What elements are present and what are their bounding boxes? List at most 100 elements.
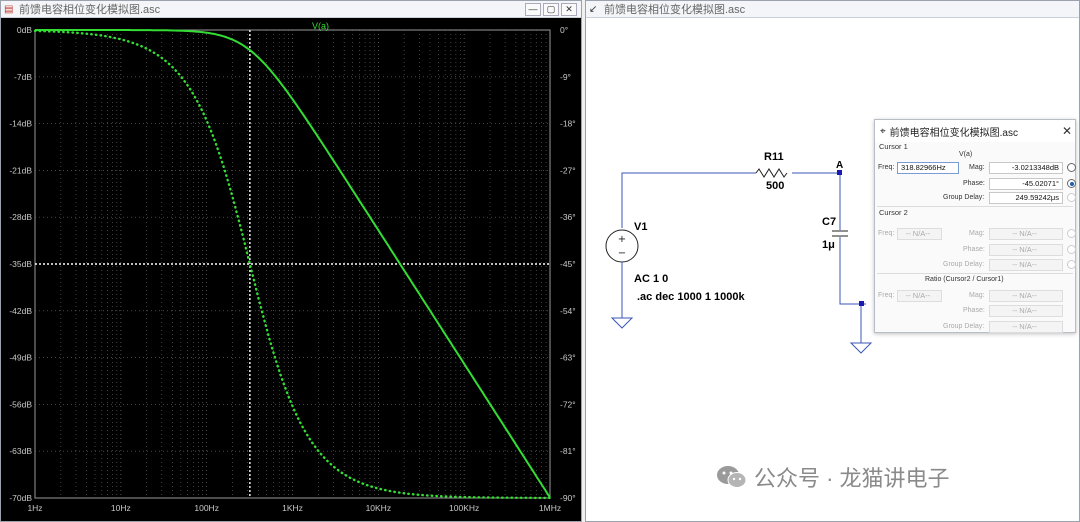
spice-directive[interactable]: .ac dec 1000 1 1000k [637,291,745,303]
freq-field-r[interactable]: -- N/A-- [897,290,942,302]
y-right-tick-label: -9° [560,72,571,82]
schematic-titlebar[interactable]: ↙ 前馈电容相位变化模拟图.asc [586,1,1079,18]
cursor2-label: Cursor 2 [879,208,908,217]
svg-text:+: + [618,234,626,245]
gd-radio-1[interactable] [1067,193,1076,202]
cursor-dialog: ⌖ 前馈电容相位变化模拟图.asc ✕ Cursor 1 V(a) Freq: … [874,119,1076,333]
watermark-text: 公众号 · 龙猫讲电子 [754,466,950,491]
y-right-tick-label: -27° [560,165,576,175]
divider-2 [877,273,1073,274]
schematic-canvas[interactable]: + − R11 500 A C7 1μ V1 AC 1 0 .ac dec 10… [586,18,1079,521]
y-left-tick-label: -70dB [9,493,32,503]
y-left-tick-label: -7dB [14,72,32,82]
bode-plot[interactable]: 0dB 0° -7dB -9° -14dB -18° -21dB -27° -28dB -36° -… [1,18,581,521]
x-tick-label: 100Hz [194,503,219,513]
ground-symbol-2 [849,342,873,354]
divider-1 [877,206,1073,207]
y-right-tick-label: -90° [560,493,576,503]
mag-radio-1[interactable] [1067,163,1076,172]
waveform-app-icon: ▤ [4,3,14,15]
gd-label-2: Group Delay: [943,261,985,268]
phase-label-r: Phase: [963,307,985,314]
ratio-label: Ratio (Cursor2 / Cursor1) [925,276,1004,283]
resistor-r11 [755,168,788,178]
phase-field-r[interactable]: -- N/A-- [989,305,1063,317]
freq-field-2[interactable]: -- N/A-- [897,228,942,240]
mag-label-r: Mag: [969,292,985,299]
wechat-icon [717,466,747,488]
y-left-tick-label: -63dB [9,446,32,456]
svg-text:−: − [618,248,626,259]
r11-name[interactable]: R11 [764,151,784,163]
freq-label-r: Freq: [878,292,895,299]
watermark: 公众号 · 龙猫讲电子 [716,461,950,493]
freq-field-1[interactable]: 318.82966Hz [897,162,959,174]
x-tick-label: 1MHz [539,503,561,513]
freq-label-1: Freq: [878,164,895,171]
x-tick-label: 100KHz [449,503,479,513]
y-left-tick-label: -35dB [9,259,32,269]
node-label-a[interactable]: A [836,160,843,171]
cursor1-label: Cursor 1 [879,142,908,151]
phase-field-1[interactable]: -45.02071° [989,178,1063,190]
gd-field-1[interactable]: 249.59242μs [989,192,1063,204]
ground-symbol-1 [610,317,634,329]
x-tick-label: 10Hz [111,503,131,513]
phase-label-2: Phase: [963,246,985,253]
x-tick-label: 10KHz [366,503,392,513]
freq-label-2: Freq: [878,230,895,237]
y-left-tick-label: -14dB [9,119,32,129]
v1-name[interactable]: V1 [634,221,647,233]
cursor-dialog-titlebar[interactable]: ⌖ 前馈电容相位变化模拟图.asc ✕ [875,120,1075,142]
y-left-tick-label: -49dB [9,353,32,363]
y-left-tick-label: 0dB [17,25,32,35]
c7-value[interactable]: 1μ [822,239,835,251]
y-right-tick-label: -63° [560,353,576,363]
gd-radio-2[interactable] [1067,260,1076,269]
y-right-tick-label: -81° [560,446,576,456]
trace-name: V(a) [959,151,973,158]
node-dot-ground [859,301,864,306]
mag-field-1[interactable]: -3.0213348dB [989,162,1063,174]
restore-button[interactable]: ▢ [543,2,559,16]
gd-label-1: Group Delay: [943,194,985,201]
plot-pane[interactable]: 0dB 0° -7dB -9° -14dB -18° -21dB -27° -28dB -36° -… [1,18,581,521]
y-right-tick-label: -72° [560,399,576,409]
mag-field-r[interactable]: -- N/A-- [989,290,1063,302]
phase-field-2[interactable]: -- N/A-- [989,244,1063,256]
gd-field-r[interactable]: -- N/A-- [989,321,1063,333]
r11-value[interactable]: 500 [766,180,784,192]
minimize-button[interactable]: — [525,2,541,16]
gd-label-r: Group Delay: [943,323,985,330]
mag-field-2[interactable]: -- N/A-- [989,228,1063,240]
c7-name[interactable]: C7 [822,216,836,228]
trace-label[interactable]: V(a) [312,21,329,31]
x-tick-label: 1Hz [27,503,42,513]
y-left-tick-label: -28dB [9,212,32,222]
schematic-window-title: 前馈电容相位变化模拟图.asc [604,4,746,16]
close-button[interactable]: ✕ [561,2,577,16]
v1-value[interactable]: AC 1 0 [634,273,668,285]
cursor-dialog-title: 前馈电容相位变化模拟图.asc [889,127,1018,139]
y-left-tick-label: -42dB [9,306,32,316]
cursor-icon: ⌖ [880,125,886,137]
phase-radio-1[interactable] [1067,179,1076,188]
plot-window-title: 前馈电容相位变化模拟图.asc [19,4,161,16]
y-right-tick-label: -54° [560,306,576,316]
schematic-window: ↙ 前馈电容相位变化模拟图.asc + − R11 500 A C7 1μ V1… [585,0,1080,522]
wire-source-to-r11 [621,172,756,228]
phase-radio-2[interactable] [1067,245,1076,254]
phase-label-1: Phase: [963,180,985,187]
plot-titlebar[interactable]: ▤ 前馈电容相位变化模拟图.asc — ▢ ✕ [1,1,581,18]
y-right-tick-label: 0° [560,25,568,35]
close-icon[interactable]: ✕ [1059,124,1075,138]
y-right-tick-label: -36° [560,212,576,222]
schematic-app-icon: ↙ [589,3,598,15]
mag-radio-2[interactable] [1067,229,1076,238]
x-tick-label: 1KHz [282,503,303,513]
y-right-tick-label: -45° [560,259,576,269]
plot-window: ▤ 前馈电容相位变化模拟图.asc — ▢ ✕ 0dB 0° -7dB -9° -14d… [0,0,582,522]
capacitor-c7 [832,230,848,237]
gd-field-2[interactable]: -- N/A-- [989,259,1063,271]
y-left-tick-label: -56dB [9,399,32,409]
